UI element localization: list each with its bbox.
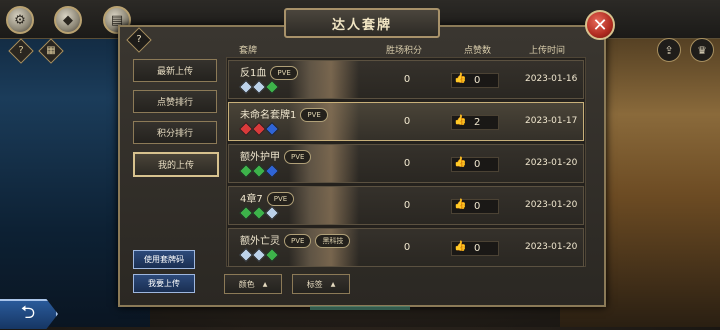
deck-colors (238, 121, 280, 137)
like-count: 2 (474, 117, 481, 128)
column-header-likes: 点赞数 (464, 46, 492, 56)
deck-name: 4章7 PVE (240, 190, 295, 206)
deck-name: 额外护甲 PVE (240, 148, 312, 164)
deck-name: 额外亡灵 PVE 黑科技 (240, 232, 351, 248)
upload-date: 2023-01-20 (525, 242, 578, 252)
share-icon[interactable]: ⇪ (657, 38, 681, 62)
tag-filter-label: 标签 (306, 279, 323, 289)
win-score: 0 (403, 74, 411, 85)
thumbs-up-icon: 👍 (454, 241, 467, 252)
like-button[interactable]: 👍 2 (451, 115, 499, 130)
deck-colors (238, 79, 280, 95)
table-row[interactable]: 反1血 PVE 0 👍 0 2023-01-16 (228, 60, 584, 99)
like-button[interactable]: 👍 0 (451, 241, 499, 256)
tag-filter-button[interactable]: 标签 ▲ (292, 274, 350, 294)
thumbs-up-icon: 👍 (454, 199, 467, 210)
upload-date: 2023-01-16 (525, 74, 578, 84)
color-gem-icon (264, 205, 280, 221)
column-header-deck: 套牌 (239, 46, 258, 56)
color-filter-label: 颜色 (238, 279, 255, 289)
caret-up-icon: ▲ (330, 280, 336, 288)
thumbs-up-icon: 👍 (454, 157, 467, 168)
column-header-upload-time: 上传时间 (529, 46, 566, 56)
thumbs-up-icon: 👍 (454, 73, 467, 84)
color-filter-button[interactable]: 颜色 ▲ (224, 274, 282, 294)
panel-title: 达人套牌 (284, 8, 440, 38)
deck-colors (238, 163, 280, 179)
deck-tag: PVE (266, 192, 295, 206)
handshake-icon[interactable]: ◆ (54, 6, 82, 34)
back-button[interactable]: ⮌ (0, 299, 58, 329)
table-row[interactable]: 额外亡灵 PVE 黑科技 0 👍 0 2023-01-20 (228, 228, 584, 267)
deck-name-text: 额外护甲 (240, 152, 280, 163)
column-header-score: 胜场积分 (386, 46, 423, 56)
like-count: 0 (474, 75, 481, 86)
trophy-icon[interactable]: ♛ (690, 38, 714, 62)
upload-date: 2023-01-20 (525, 200, 578, 210)
bottom-glow (310, 306, 410, 310)
tab-likes-ranking[interactable]: 点赞排行 (133, 90, 217, 113)
win-score: 0 (403, 242, 411, 253)
deck-art (289, 187, 359, 224)
upload-button[interactable]: 我要上传 (133, 274, 195, 293)
deck-colors (238, 205, 280, 221)
upload-date: 2023-01-17 (525, 116, 578, 126)
deck-colors (238, 247, 280, 263)
thumbs-up-icon: 👍 (454, 115, 467, 126)
deck-tag: PVE (270, 66, 298, 80)
like-count: 0 (474, 201, 481, 212)
close-button[interactable]: ✕ (585, 10, 615, 40)
settings-icon[interactable]: ⚙ (6, 6, 34, 34)
table-row[interactable]: 未命名套牌1 PVE 0 👍 2 2023-01-17 (228, 102, 584, 141)
tab-my-uploads[interactable]: 我的上传 (133, 152, 219, 177)
color-gem-icon (264, 79, 280, 95)
like-button[interactable]: 👍 0 (451, 73, 499, 88)
deck-name-text: 未命名套牌1 (240, 110, 297, 121)
deck-tag: PVE (284, 150, 312, 164)
deck-name-text: 反1血 (240, 68, 267, 79)
like-count: 0 (474, 159, 481, 170)
color-gem-icon (264, 163, 280, 179)
like-count: 0 (474, 243, 481, 254)
deck-tag: PVE (284, 234, 312, 248)
tab-score-ranking[interactable]: 积分排行 (133, 121, 217, 144)
deck-art (289, 61, 359, 98)
deck-name: 未命名套牌1 PVE (240, 106, 328, 122)
upload-date: 2023-01-20 (525, 158, 578, 168)
win-score: 0 (403, 158, 411, 169)
win-score: 0 (403, 116, 411, 127)
deck-name-text: 4章7 (240, 194, 263, 205)
caret-up-icon: ▲ (262, 280, 268, 288)
color-gem-icon (264, 247, 280, 263)
win-score: 0 (403, 200, 411, 211)
like-button[interactable]: 👍 0 (451, 199, 499, 214)
table-row[interactable]: 额外护甲 PVE 0 👍 0 2023-01-20 (228, 144, 584, 183)
table-row[interactable]: 4章7 PVE 0 👍 0 2023-01-20 (228, 186, 584, 225)
color-gem-icon (264, 121, 280, 137)
tab-latest[interactable]: 最新上传 (133, 59, 217, 82)
deck-tag: 黑科技 (315, 234, 351, 248)
deck-tag: PVE (300, 108, 328, 122)
use-deck-code-button[interactable]: 使用套牌码 (133, 250, 195, 269)
deck-name: 反1血 PVE (240, 64, 298, 80)
like-button[interactable]: 👍 0 (451, 157, 499, 172)
deck-name-text: 额外亡灵 (240, 236, 280, 247)
